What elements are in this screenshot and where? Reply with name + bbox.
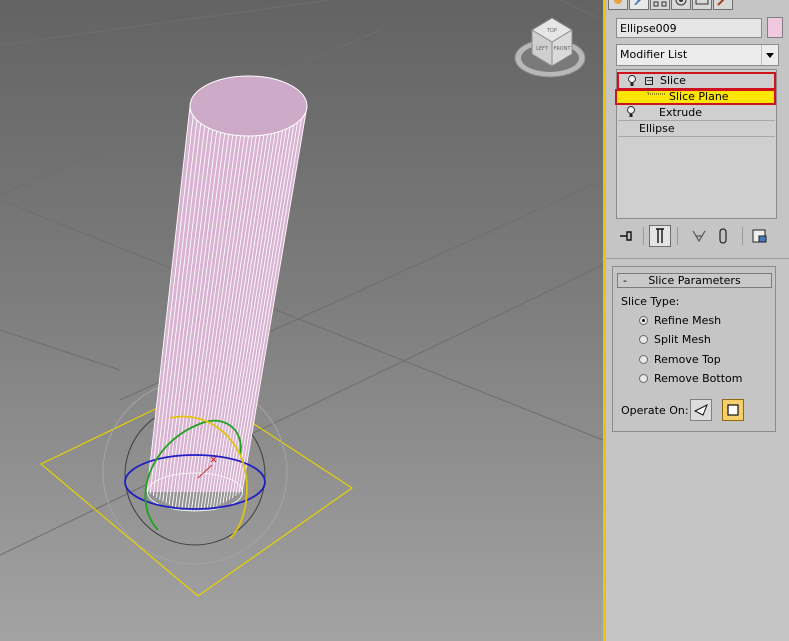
modifier-list-dropdown[interactable]: Modifier List	[616, 44, 779, 66]
hierarchy-icon	[653, 1, 667, 7]
utilities-tab[interactable]	[713, 0, 733, 10]
rollout-collapse-icon: -	[623, 274, 627, 287]
pin-stack-icon	[620, 231, 632, 241]
viewport-scene: TOP FRONT LEFT	[0, 0, 603, 597]
remove-modifier-icon	[719, 228, 727, 244]
create-tab[interactable]	[608, 0, 628, 10]
viewport-grid	[0, 0, 603, 556]
chevron-down-icon	[761, 45, 778, 65]
slice-type-label: Slice Type:	[621, 295, 680, 308]
configure-sets-icon	[752, 229, 767, 243]
pin-stack-button[interactable]	[616, 225, 638, 247]
operate-on-label: Operate On:	[621, 404, 689, 417]
remove-modifier-button[interactable]	[712, 225, 734, 247]
toolbar-separator	[677, 227, 678, 245]
lightbulb-icon[interactable]	[626, 106, 636, 118]
triangle-face-icon	[694, 404, 708, 416]
stack-item-ellipse[interactable]: Ellipse	[618, 121, 775, 137]
motion-icon	[675, 0, 687, 6]
make-unique-icon	[692, 230, 706, 243]
option-label: Remove Top	[654, 353, 721, 366]
radio-remove-bottom[interactable]	[639, 374, 648, 383]
stack-item-extrude[interactable]: Extrude	[618, 105, 775, 121]
operate-on-polygon-button[interactable]	[722, 399, 744, 421]
lightbulb-icon[interactable]	[627, 75, 637, 87]
rollout-title: Slice Parameters	[648, 274, 741, 287]
toolbar-separator	[742, 227, 743, 245]
perspective-viewport[interactable]: TOP FRONT LEFT	[0, 0, 603, 641]
object-name-field[interactable]	[616, 18, 762, 38]
modifier-list-label: Modifier List	[620, 48, 688, 61]
create-icon	[614, 0, 622, 4]
viewcube-top-label: TOP	[546, 28, 557, 34]
rollout-header[interactable]: - Slice Parameters	[617, 273, 772, 288]
motion-tab[interactable]	[671, 0, 691, 10]
collapse-icon[interactable]: −	[645, 77, 653, 85]
display-tab[interactable]	[692, 0, 712, 10]
stack-toolbar	[616, 225, 779, 249]
utilities-icon	[717, 0, 725, 6]
make-unique-button[interactable]	[688, 225, 710, 247]
square-polygon-icon	[727, 404, 739, 416]
panel-separator	[606, 258, 789, 259]
modify-tab[interactable]	[629, 0, 649, 10]
show-end-result-icon	[656, 228, 664, 243]
toolbar-separator	[643, 227, 644, 245]
configure-sets-button[interactable]	[749, 225, 771, 247]
operate-on-face-button[interactable]	[690, 399, 712, 421]
stack-item-label: Slice	[660, 74, 686, 87]
command-panel-tabs	[606, 0, 789, 12]
radio-refine-mesh[interactable]	[639, 316, 648, 325]
tree-connector-icon	[647, 88, 666, 95]
display-icon	[695, 0, 709, 5]
modify-icon	[634, 0, 641, 5]
option-label: Remove Bottom	[654, 372, 743, 385]
hierarchy-tab[interactable]	[650, 0, 670, 10]
radio-split-mesh[interactable]	[639, 335, 648, 344]
modifier-stack[interactable]: − Slice Slice Plane Extrude Ellipse	[615, 69, 777, 219]
option-label: Refine Mesh	[654, 314, 722, 327]
viewcube[interactable]: TOP FRONT LEFT	[514, 17, 586, 78]
command-panel: Modifier List − Slice Slice Plane Extrud…	[606, 0, 789, 641]
stack-subitem-label: Slice Plane	[669, 90, 729, 103]
stack-item-slice[interactable]: − Slice	[617, 72, 776, 90]
viewcube-front-label: FRONT	[553, 46, 571, 52]
radio-remove-top[interactable]	[639, 355, 648, 364]
show-end-result-button[interactable]	[649, 225, 671, 247]
viewcube-left-label: LEFT	[536, 46, 549, 52]
stack-item-slice-plane[interactable]: Slice Plane	[615, 88, 776, 105]
object-color-swatch[interactable]	[767, 17, 783, 38]
stack-item-label: Ellipse	[639, 122, 675, 135]
slice-parameters-rollout: - Slice Parameters Slice Type: Refine Me…	[612, 266, 776, 432]
stack-item-label: Extrude	[659, 106, 703, 119]
option-label: Split Mesh	[654, 333, 711, 346]
